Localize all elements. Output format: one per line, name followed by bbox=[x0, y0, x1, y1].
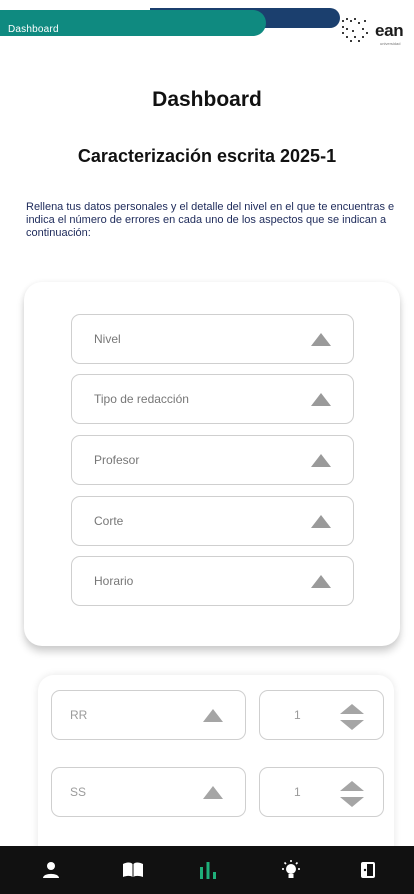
dropdown-arrow-icon bbox=[311, 393, 331, 406]
nivel-select-label: Nivel bbox=[94, 332, 121, 346]
errors-card: RR 1 SS 1 bbox=[38, 675, 394, 875]
nivel-select[interactable]: Nivel bbox=[71, 314, 354, 364]
nav-item-logout[interactable] bbox=[327, 846, 409, 894]
horario-select-label: Horario bbox=[94, 574, 134, 588]
profesor-select[interactable]: Profesor bbox=[71, 435, 354, 485]
stepper-value: 1 bbox=[294, 785, 301, 799]
error-type-select-rr[interactable]: RR bbox=[51, 690, 246, 740]
section-title: Caracterización escrita 2025-1 bbox=[77, 146, 337, 166]
corte-select[interactable]: Corte bbox=[71, 496, 354, 546]
brand-wordmark: ean bbox=[375, 21, 404, 40]
brand-logo: ean universidad bbox=[340, 16, 414, 48]
stepper-arrows-icon[interactable] bbox=[339, 779, 365, 809]
corte-select-label: Corte bbox=[94, 514, 124, 528]
logout-icon bbox=[361, 862, 375, 878]
book-icon bbox=[123, 862, 143, 877]
app-screen: Dashboard ean universidad Dashboard Cara… bbox=[0, 0, 414, 894]
dropdown-arrow-icon bbox=[311, 333, 331, 346]
nav-item-profile[interactable] bbox=[10, 846, 92, 894]
horario-select[interactable]: Horario bbox=[71, 556, 354, 606]
stepper-value: 1 bbox=[294, 708, 301, 722]
lightbulb-icon bbox=[282, 860, 300, 878]
logo-dots-icon bbox=[342, 18, 368, 42]
error-type-label: RR bbox=[70, 708, 88, 722]
brand-subtitle: universidad bbox=[380, 41, 401, 46]
dropdown-arrow-icon bbox=[311, 575, 331, 588]
header-tab[interactable]: Dashboard bbox=[0, 10, 266, 36]
personal-data-card: Nivel Tipo de redacción Profesor Corte H… bbox=[24, 282, 400, 646]
error-count-stepper-ss[interactable]: 1 bbox=[259, 767, 384, 817]
dropdown-arrow-icon bbox=[203, 786, 223, 799]
error-count-stepper-rr[interactable]: 1 bbox=[259, 690, 384, 740]
stepper-arrows-icon[interactable] bbox=[339, 702, 365, 732]
dropdown-arrow-icon bbox=[311, 454, 331, 467]
dropdown-arrow-icon bbox=[311, 515, 331, 528]
nav-item-courses[interactable] bbox=[92, 846, 174, 894]
header-tab-label: Dashboard bbox=[8, 24, 59, 35]
error-type-select-ss[interactable]: SS bbox=[51, 767, 246, 817]
nav-item-tips[interactable] bbox=[250, 846, 332, 894]
dropdown-arrow-icon bbox=[203, 709, 223, 722]
profesor-select-label: Profesor bbox=[94, 453, 140, 467]
bar-chart-icon bbox=[200, 862, 216, 879]
tipo-redaccion-select-label: Tipo de redacción bbox=[94, 392, 189, 406]
tipo-redaccion-select[interactable]: Tipo de redacción bbox=[71, 374, 354, 424]
nav-item-dashboard[interactable] bbox=[167, 846, 249, 894]
instructions-text: Rellena tus datos personales y el detall… bbox=[26, 201, 395, 239]
page-title: Dashboard bbox=[152, 88, 262, 111]
error-type-label: SS bbox=[70, 785, 87, 799]
user-icon bbox=[43, 862, 59, 878]
bottom-nav bbox=[0, 846, 414, 894]
